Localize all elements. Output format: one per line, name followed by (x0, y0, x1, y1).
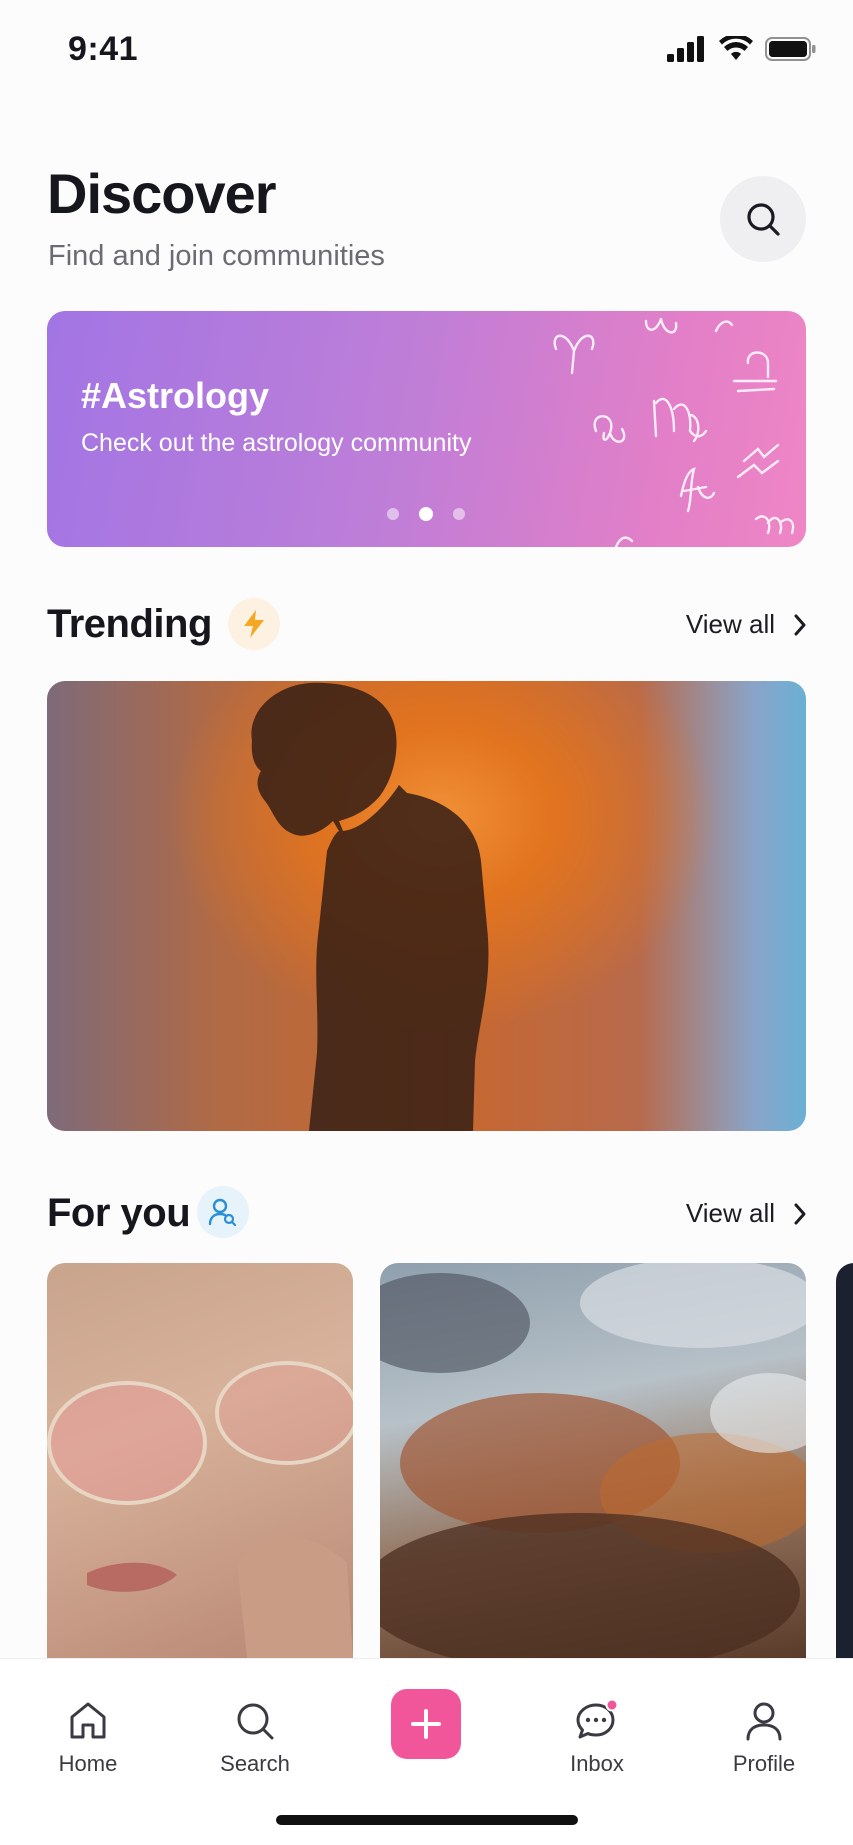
for-you-card[interactable] (836, 1263, 853, 1658)
trending-card[interactable] (47, 681, 806, 1131)
search-button[interactable] (720, 176, 806, 262)
wifi-icon (719, 36, 753, 60)
chevron-right-icon (794, 1203, 806, 1224)
carousel-dot[interactable] (387, 508, 399, 520)
lightning-icon (244, 610, 264, 638)
battery-icon (765, 37, 816, 61)
tab-inbox-label: Inbox (570, 1751, 624, 1776)
profile-icon (746, 1702, 782, 1741)
zodiac-symbols-decoration (553, 317, 795, 547)
trending-badge (228, 598, 280, 650)
tab-profile-label: Profile (732, 1751, 796, 1776)
status-time: 9:41 (68, 30, 139, 68)
trending-view-all-link[interactable]: View all (686, 609, 807, 640)
for-you-view-all-link[interactable]: View all (686, 1198, 807, 1229)
search-icon (747, 203, 780, 236)
carousel-pagination (387, 507, 465, 521)
portrait-image (47, 1361, 353, 1658)
tab-search-label: Search (220, 1751, 290, 1776)
tab-home[interactable]: Home (28, 1699, 148, 1777)
chevron-right-icon (794, 614, 806, 635)
carousel-dot-active[interactable] (419, 507, 433, 521)
create-post-button[interactable] (391, 1689, 461, 1759)
for-you-badge (197, 1186, 249, 1238)
home-indicator (276, 1815, 578, 1825)
tab-home-label: Home (58, 1751, 118, 1776)
page-subtitle: Find and join communities (48, 240, 385, 272)
search-icon (237, 1703, 274, 1740)
tab-search[interactable]: Search (195, 1699, 315, 1777)
tab-inbox[interactable]: Inbox (537, 1699, 657, 1777)
view-all-label: View all (685, 1198, 775, 1228)
signal-icon (667, 36, 704, 62)
page-title: Discover (47, 162, 277, 225)
featured-banner[interactable]: #Astrology Check out the astrology commu… (47, 311, 806, 547)
home-icon (70, 1702, 106, 1739)
for-you-card[interactable] (47, 1263, 353, 1658)
plus-icon (411, 1709, 441, 1739)
notification-dot (605, 1699, 619, 1712)
user-search-icon (208, 1198, 237, 1227)
clouds-painting-image (380, 1263, 806, 1658)
banner-text: Check out the astrology community (81, 429, 472, 457)
trending-image-silhouette (251, 682, 489, 1131)
view-all-label: View all (685, 609, 775, 639)
tab-profile[interactable]: Profile (704, 1699, 824, 1777)
carousel-dot[interactable] (453, 508, 465, 520)
banner-title: #Astrology (81, 375, 270, 416)
for-you-card[interactable] (380, 1263, 806, 1658)
chat-icon (576, 1699, 619, 1739)
trending-title: Trending (47, 602, 212, 646)
for-you-title: For you (47, 1191, 191, 1235)
status-icons (667, 36, 817, 62)
